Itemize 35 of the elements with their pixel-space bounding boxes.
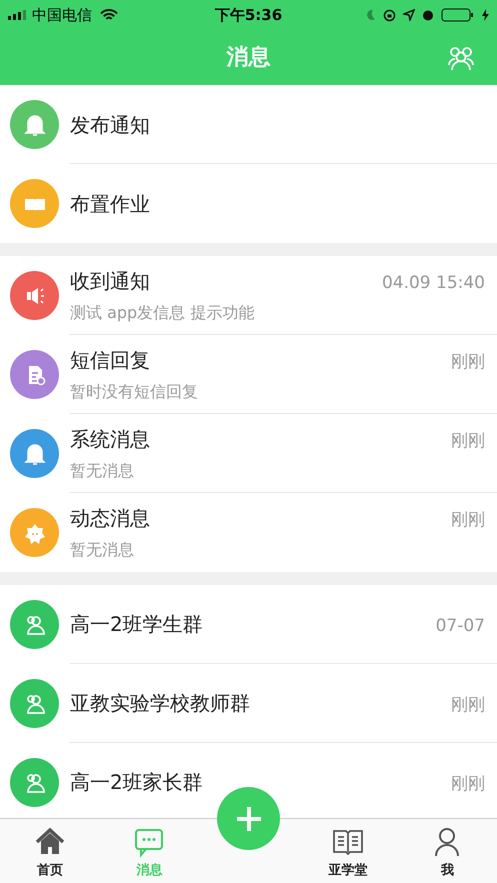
signal-icon xyxy=(8,10,28,20)
row-title: 高一2班学生群 xyxy=(70,611,203,638)
row-title: 短信回复 xyxy=(70,347,150,374)
row-title: 布置作业 xyxy=(70,190,150,218)
lock-rotation-icon xyxy=(383,8,396,22)
row-subtitle: 测试 app发信息 提示功能 xyxy=(70,302,256,324)
row-subtitle: 暂无消息 xyxy=(70,538,135,561)
status-time: 下午5:36 xyxy=(214,4,282,26)
battery-icon xyxy=(441,8,475,22)
tab[interactable]: 我 xyxy=(398,819,497,883)
wifi-icon xyxy=(100,8,118,22)
row-time: 07-07 xyxy=(436,615,485,638)
row-time: 刚刚 xyxy=(451,509,485,532)
row-title: 收到通知 xyxy=(70,268,150,296)
row-title: 亚教实验学校教师群 xyxy=(70,690,250,718)
contacts-icon[interactable] xyxy=(447,44,475,70)
carrier-name: 中国电信 xyxy=(32,4,92,26)
tab[interactable]: 亚学堂 xyxy=(298,819,398,883)
tab[interactable]: 首页 xyxy=(0,819,100,883)
charging-icon xyxy=(482,9,489,21)
location-icon xyxy=(403,9,415,21)
row-time: 刚刚 xyxy=(451,694,485,718)
row-time: 刚刚 xyxy=(451,773,485,796)
row-time: 刚刚 xyxy=(451,351,485,374)
row-title: 高一2班家长群 xyxy=(70,769,203,796)
row-title: 发布通知 xyxy=(70,112,150,138)
plus-icon xyxy=(236,806,262,832)
row-time: 04.09 15:40 xyxy=(382,272,485,296)
moon-icon xyxy=(366,9,376,21)
row-subtitle: 暂无消息 xyxy=(70,460,135,482)
row-time: 刚刚 xyxy=(451,430,485,454)
page-title: 消息 xyxy=(226,44,270,72)
row-subtitle: 暂时没有短信回复 xyxy=(70,380,199,403)
row-title: 动态消息 xyxy=(70,505,150,532)
row-title: 系统消息 xyxy=(70,426,150,454)
